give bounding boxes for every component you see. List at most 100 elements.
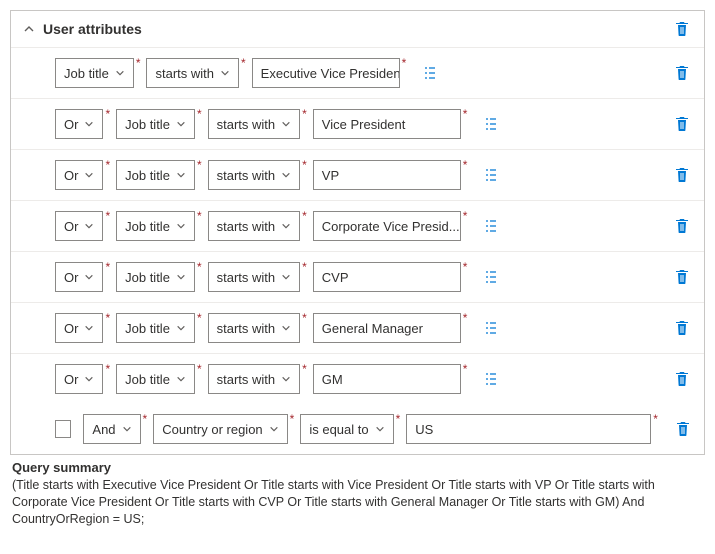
attribute-label: Job title [125,321,170,336]
value-input[interactable]: US [406,414,651,444]
chevron-down-icon [176,221,186,231]
chevron-down-icon [84,221,94,231]
operator-dropdown[interactable]: starts with [208,313,301,343]
panel-title: User attributes [43,21,668,37]
attribute-label: Job title [125,219,170,234]
delete-row-button[interactable] [672,267,692,287]
required-marker: * [396,412,401,426]
operator-dropdown[interactable]: is equal to [300,414,393,444]
operator-dropdown[interactable]: starts with [208,364,301,394]
operator-label: starts with [217,117,276,132]
chevron-down-icon [122,424,132,434]
attribute-dropdown[interactable]: Job title [116,262,195,292]
attribute-dropdown[interactable]: Job title [116,313,195,343]
list-values-button[interactable] [481,318,501,338]
chevron-down-icon [281,221,291,231]
list-values-button[interactable] [481,267,501,287]
condition-row: Job title*starts with*Executive Vice Pre… [11,48,704,99]
chevron-down-icon [281,272,291,282]
condition-row: Or*Job title*starts with*General Manager… [11,303,704,354]
logic-label: Or [64,117,78,132]
condition-row: Or*Job title*starts with*GM* [11,354,704,404]
operator-dropdown[interactable]: starts with [208,262,301,292]
delete-row-button[interactable] [672,369,692,389]
attribute-dropdown[interactable]: Job title [116,160,195,190]
logic-label: Or [64,168,78,183]
required-marker: * [302,260,307,274]
required-marker: * [402,56,407,70]
chevron-down-icon [269,424,279,434]
attribute-dropdown[interactable]: Job title [55,58,134,88]
required-marker: * [105,107,110,121]
delete-row-button[interactable] [672,114,692,134]
logic-dropdown[interactable]: Or [55,160,103,190]
attribute-label: Job title [125,270,170,285]
logic-label: Or [64,372,78,387]
chevron-down-icon [281,119,291,129]
attribute-dropdown[interactable]: Job title [116,109,195,139]
attribute-dropdown[interactable]: Job title [116,211,195,241]
operator-dropdown[interactable]: starts with [146,58,239,88]
chevron-down-icon [176,119,186,129]
required-marker: * [463,260,468,274]
required-marker: * [197,107,202,121]
attribute-dropdown[interactable]: Job title [116,364,195,394]
delete-row-button[interactable] [672,216,692,236]
required-marker: * [302,107,307,121]
operator-dropdown[interactable]: starts with [208,211,301,241]
logic-dropdown[interactable]: Or [55,262,103,292]
required-marker: * [197,158,202,172]
required-marker: * [136,56,141,70]
required-marker: * [197,209,202,223]
required-marker: * [105,209,110,223]
logic-dropdown[interactable]: Or [55,364,103,394]
logic-label: And [92,422,115,437]
required-marker: * [143,412,148,426]
operator-dropdown[interactable]: starts with [208,160,301,190]
delete-row-button[interactable] [672,63,692,83]
attribute-label: Job title [64,66,109,81]
required-marker: * [463,209,468,223]
query-summary: Query summary (Title starts with Executi… [10,455,705,530]
chevron-down-icon [281,170,291,180]
chevron-down-icon [176,323,186,333]
required-marker: * [302,158,307,172]
operator-dropdown[interactable]: starts with [208,109,301,139]
chevron-down-icon [84,119,94,129]
chevron-down-icon [281,323,291,333]
logic-dropdown[interactable]: And [83,414,140,444]
delete-section-button[interactable] [672,19,692,39]
condition-row: Or*Job title*starts with*Corporate Vice … [11,201,704,252]
list-values-button[interactable] [481,216,501,236]
delete-row-button[interactable] [672,165,692,185]
value-input[interactable]: GM [313,364,461,394]
operator-label: starts with [217,372,276,387]
group-checkbox[interactable] [55,420,71,438]
attribute-dropdown[interactable]: Country or region [153,414,287,444]
list-values-button[interactable] [420,63,440,83]
value-input[interactable]: General Manager [313,313,461,343]
user-attributes-panel: User attributes Job title*starts with*Ex… [10,10,705,455]
delete-row-button[interactable] [672,318,692,338]
value-input[interactable]: Vice President [313,109,461,139]
collapse-icon[interactable] [23,23,35,35]
summary-heading: Query summary [12,460,111,475]
value-input[interactable]: Corporate Vice Presid... [313,211,461,241]
logic-dropdown[interactable]: Or [55,313,103,343]
chevron-down-icon [84,374,94,384]
list-values-button[interactable] [481,114,501,134]
logic-label: Or [64,219,78,234]
required-marker: * [105,362,110,376]
logic-dropdown[interactable]: Or [55,109,103,139]
logic-dropdown[interactable]: Or [55,211,103,241]
delete-row-button[interactable] [674,419,692,439]
chevron-down-icon [84,323,94,333]
value-input[interactable]: Executive Vice President [252,58,400,88]
value-input[interactable]: VP [313,160,461,190]
operator-label: starts with [217,321,276,336]
operator-label: starts with [217,270,276,285]
list-values-button[interactable] [481,369,501,389]
required-marker: * [463,311,468,325]
list-values-button[interactable] [481,165,501,185]
value-input[interactable]: CVP [313,262,461,292]
